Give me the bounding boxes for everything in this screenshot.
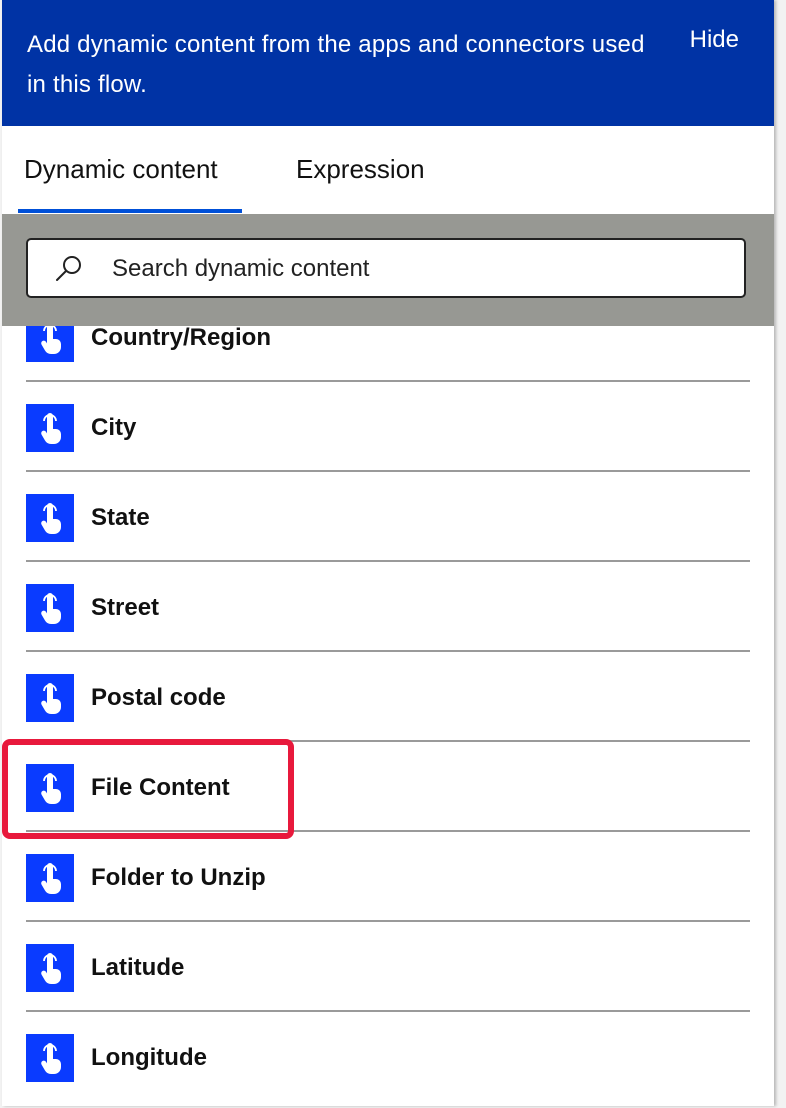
list-item-label: Latitude <box>91 954 185 981</box>
list-item-postal-code[interactable]: Postal code <box>2 652 774 742</box>
tab-bar: Dynamic content Expression <box>2 126 774 214</box>
list-item-label: Folder to Unzip <box>91 864 266 891</box>
list-item-label: Longitude <box>91 1044 207 1071</box>
list-item-street[interactable]: Street <box>2 562 774 652</box>
touch-hand-icon <box>26 764 74 812</box>
list-item-label: City <box>91 414 137 441</box>
dynamic-content-panel: Add dynamic content from the apps and co… <box>2 0 774 1106</box>
list-item-file-content[interactable]: File Content <box>2 742 774 832</box>
dynamic-content-list: Country/Region City State Street Postal … <box>2 292 774 1102</box>
active-tab-indicator <box>18 209 242 213</box>
banner-text: Add dynamic content from the apps and co… <box>27 31 645 98</box>
touch-hand-icon <box>26 584 74 632</box>
touch-hand-icon <box>26 854 74 902</box>
tab-dynamic-content[interactable]: Dynamic content <box>24 154 218 185</box>
touch-hand-icon <box>26 494 74 542</box>
list-item-city[interactable]: City <box>2 382 774 472</box>
list-item-label: State <box>91 504 150 531</box>
tab-expression[interactable]: Expression <box>296 154 425 185</box>
list-item-label: Country/Region <box>91 324 271 351</box>
list-item-label: File Content <box>91 774 230 801</box>
touch-hand-icon <box>26 944 74 992</box>
list-item-state[interactable]: State <box>2 472 774 562</box>
touch-hand-icon <box>26 674 74 722</box>
hide-button[interactable]: Hide <box>690 26 739 54</box>
list-item-label: Street <box>91 594 160 621</box>
search-input[interactable] <box>110 240 714 298</box>
list-item-label: Postal code <box>91 684 226 711</box>
list-item-folder-to-unzip[interactable]: Folder to Unzip <box>2 832 774 922</box>
search-icon <box>54 254 84 284</box>
search-box[interactable] <box>26 238 746 298</box>
search-area <box>2 214 774 326</box>
info-banner: Add dynamic content from the apps and co… <box>2 0 774 126</box>
touch-hand-icon <box>26 404 74 452</box>
list-item-longitude[interactable]: Longitude <box>2 1012 774 1102</box>
touch-hand-icon <box>26 1034 74 1082</box>
list-item-latitude[interactable]: Latitude <box>2 922 774 1012</box>
